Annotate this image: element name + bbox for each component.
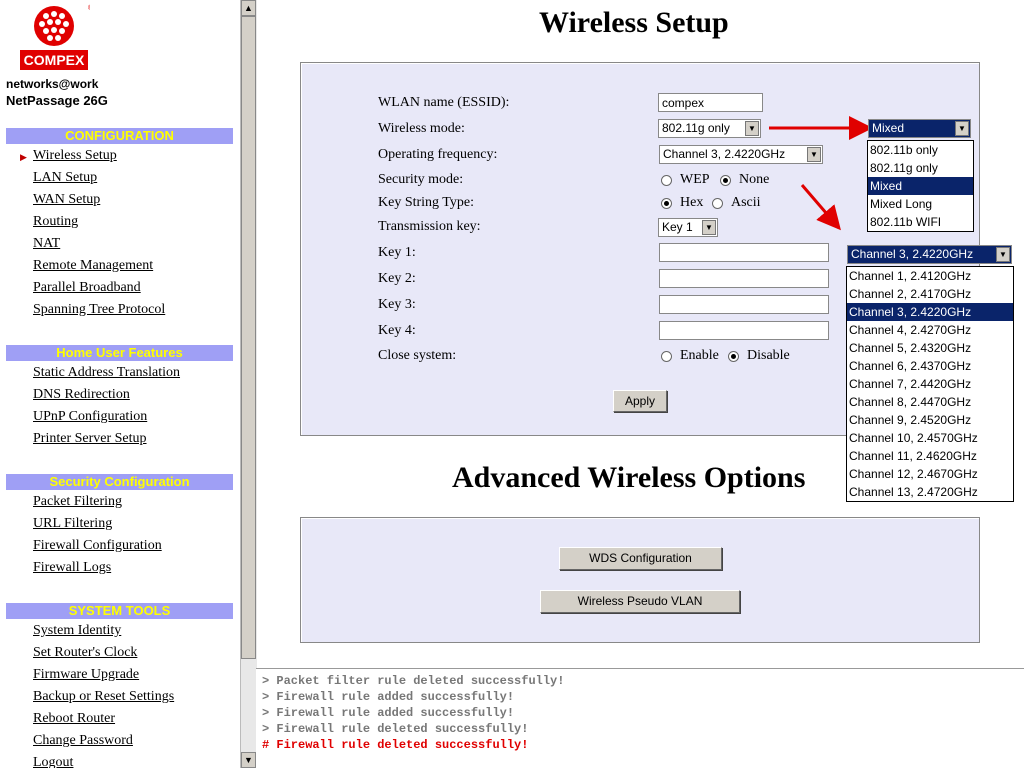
svg-text:®: ®: [88, 4, 90, 12]
channel-dropdown-select[interactable]: Channel 3, 2.4220GHz ▼: [847, 245, 1012, 264]
chevron-down-icon: ▼: [996, 247, 1010, 262]
nav-set-clock[interactable]: Set Router's Clock: [33, 645, 137, 661]
scroll-thumb[interactable]: [241, 16, 256, 659]
channel-option[interactable]: Channel 6, 2.4370GHz: [847, 357, 1013, 375]
nav-parallel-broadband[interactable]: Parallel Broadband: [33, 280, 141, 296]
channel-dropdown-value: Channel 3, 2.4220GHz: [851, 247, 974, 261]
nav-firewall-logs[interactable]: Firewall Logs: [33, 560, 111, 576]
log-line: > Packet filter rule deleted successfull…: [262, 674, 565, 688]
nav-dns-redirection[interactable]: DNS Redirection: [33, 387, 130, 403]
nav-wan-setup[interactable]: WAN Setup: [33, 192, 100, 208]
nav-url-filtering[interactable]: URL Filtering: [33, 516, 112, 532]
mode-option[interactable]: 802.11b only: [868, 141, 973, 159]
nav-upnp[interactable]: UPnP Configuration: [33, 409, 147, 425]
channel-dropdown-list[interactable]: Channel 1, 2.4120GHz Channel 2, 2.4170GH…: [846, 266, 1014, 502]
log-line: > Firewall rule added successfully!: [262, 690, 515, 704]
channel-option[interactable]: Channel 4, 2.4270GHz: [847, 321, 1013, 339]
section-configuration: CONFIGURATION: [6, 128, 233, 144]
nav-packet-filtering[interactable]: Packet Filtering: [33, 494, 122, 510]
channel-option[interactable]: Channel 11, 2.4620GHz: [847, 447, 1013, 465]
nav-routing[interactable]: Routing: [33, 214, 78, 230]
nav-logout[interactable]: Logout: [33, 755, 73, 768]
log-line: > Firewall rule deleted successfully!: [262, 722, 529, 736]
section-home-user: Home User Features: [6, 345, 233, 361]
mode-option[interactable]: Mixed: [868, 177, 973, 195]
product-name: NetPassage 26G: [6, 93, 108, 108]
active-arrow-icon: ▶: [20, 152, 27, 162]
section-system-tools: SYSTEM TOOLS: [6, 603, 233, 619]
mode-dropdown-value: Mixed: [872, 121, 905, 135]
nav-spanning-tree[interactable]: Spanning Tree Protocol: [33, 302, 165, 318]
nav-wireless-setup[interactable]: Wireless Setup: [33, 148, 117, 164]
scroll-down-icon[interactable]: ▼: [241, 752, 256, 768]
main-content: Wireless Setup WLAN name (ESSID): Wirele…: [256, 0, 1024, 668]
chevron-down-icon: ▼: [955, 121, 969, 136]
channel-option[interactable]: Channel 2, 2.4170GHz: [847, 285, 1013, 303]
nav-static-address[interactable]: Static Address Translation: [33, 365, 180, 381]
channel-option[interactable]: Channel 8, 2.4470GHz: [847, 393, 1013, 411]
arrow-to-channel-dropdown: [800, 184, 841, 231]
mode-option[interactable]: 802.11b WIFI: [868, 213, 973, 231]
status-log: > Packet filter rule deleted successfull…: [256, 668, 1024, 768]
nav-firmware-upgrade[interactable]: Firmware Upgrade: [33, 667, 139, 683]
nav-reboot-router[interactable]: Reboot Router: [33, 711, 115, 727]
nav-nat[interactable]: NAT: [33, 236, 60, 252]
nav-system-identity[interactable]: System Identity: [33, 623, 121, 639]
compex-logo: COMPEX ®: [18, 4, 94, 74]
channel-option[interactable]: Channel 5, 2.4320GHz: [847, 339, 1013, 357]
mode-dropdown-list[interactable]: 802.11b only 802.11g only Mixed Mixed Lo…: [867, 140, 974, 232]
nav-printer-server[interactable]: Printer Server Setup: [33, 431, 147, 447]
log-line: > Firewall rule added successfully!: [262, 706, 515, 720]
nav-change-password[interactable]: Change Password: [33, 733, 133, 749]
channel-option[interactable]: Channel 9, 2.4520GHz: [847, 411, 1013, 429]
mode-option[interactable]: Mixed Long: [868, 195, 973, 213]
scroll-up-icon[interactable]: ▲: [241, 0, 256, 16]
channel-option[interactable]: Channel 1, 2.4120GHz: [847, 267, 1013, 285]
nav-lan-setup[interactable]: LAN Setup: [33, 170, 97, 186]
nav-remote-management[interactable]: Remote Management: [33, 258, 153, 274]
sidebar: COMPEX ® networks@work NetPassage 26G CO…: [0, 0, 240, 768]
sidebar-scrollbar[interactable]: ▲ ▼: [240, 0, 257, 768]
mode-option[interactable]: 802.11g only: [868, 159, 973, 177]
nav-firewall-config[interactable]: Firewall Configuration: [33, 538, 162, 554]
mode-dropdown-select[interactable]: Mixed ▼: [868, 119, 971, 138]
brand-tagline: networks@work: [6, 77, 99, 91]
log-line-error: # Firewall rule deleted successfully!: [262, 738, 529, 752]
channel-option[interactable]: Channel 3, 2.4220GHz: [847, 303, 1013, 321]
channel-option[interactable]: Channel 10, 2.4570GHz: [847, 429, 1013, 447]
channel-option[interactable]: Channel 13, 2.4720GHz: [847, 483, 1013, 501]
nav-backup-reset[interactable]: Backup or Reset Settings: [33, 689, 174, 705]
section-security: Security Configuration: [6, 474, 233, 490]
channel-option[interactable]: Channel 12, 2.4670GHz: [847, 465, 1013, 483]
logo-text: COMPEX: [24, 52, 85, 68]
channel-option[interactable]: Channel 7, 2.4420GHz: [847, 375, 1013, 393]
